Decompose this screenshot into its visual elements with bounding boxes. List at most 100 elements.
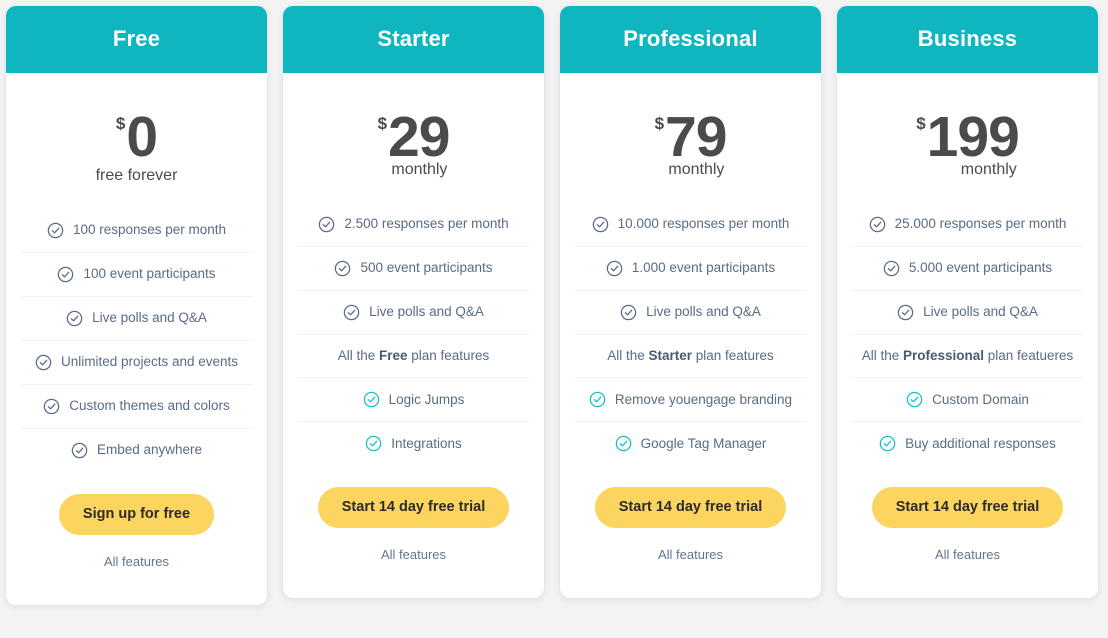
feature-label: 1.000 event participants [631, 260, 776, 276]
feature-label: 25.000 responses per month [894, 216, 1067, 232]
cta-container: Start 14 day free trial [560, 465, 821, 528]
feature-list: 10.000 responses per month 1.000 event pa… [560, 187, 821, 465]
cta-button[interactable]: Sign up for free [58, 494, 215, 535]
feature-label: 500 event participants [360, 260, 493, 276]
price-block: $0 free forever [6, 73, 267, 193]
billing-period: free forever [95, 167, 178, 184]
plan-title: Starter [283, 6, 544, 73]
feature-row: Remove youengage branding [574, 378, 807, 423]
feature-row: Unlimited projects and events [20, 341, 253, 385]
feature-label: Live polls and Q&A [369, 304, 484, 320]
check-circle-icon [47, 222, 64, 239]
plan-reference-row: All the Professional plan featueres [851, 335, 1084, 379]
feature-row: 5.000 event participants [851, 247, 1084, 291]
feature-label: Unlimited projects and events [60, 354, 239, 370]
cta-container: Start 14 day free trial [283, 465, 544, 528]
feature-label: 5.000 event participants [908, 260, 1053, 276]
check-circle-icon [589, 391, 606, 408]
price-block: $29 monthly [283, 73, 544, 187]
check-circle-icon [318, 216, 335, 233]
plan-title: Free [6, 6, 267, 73]
cta-button[interactable]: Start 14 day free trial [594, 487, 787, 528]
cta-button[interactable]: Start 14 day free trial [871, 487, 1064, 528]
feature-row: Logic Jumps [297, 378, 530, 423]
check-circle-icon [615, 435, 632, 452]
feature-label: 2.500 responses per month [344, 216, 509, 232]
feature-label: All the Professional plan featueres [861, 348, 1074, 363]
plan-card-starter: Starter $29 monthly 2.500 responses per mon… [283, 6, 544, 598]
price-amount: 199 [926, 105, 1020, 169]
feature-label: Google Tag Manager [640, 435, 767, 451]
check-circle-icon [906, 391, 923, 408]
feature-row: 100 responses per month [20, 209, 253, 253]
price-line: $29 monthly [377, 109, 451, 178]
feature-row: Buy additional responses [851, 422, 1084, 465]
check-circle-icon [592, 216, 609, 233]
feature-label: Live polls and Q&A [92, 310, 207, 326]
feature-row: 500 event participants [297, 247, 530, 291]
feature-label: Custom Domain [932, 391, 1029, 407]
feature-label: Buy additional responses [905, 435, 1056, 451]
check-circle-icon [57, 266, 74, 283]
plan-reference-row: All the Starter plan features [574, 335, 807, 379]
all-features-link[interactable]: All features [104, 554, 169, 569]
price-line: $0 free forever [96, 109, 178, 184]
feature-row: Google Tag Manager [574, 422, 807, 465]
feature-row: Live polls and Q&A [20, 297, 253, 341]
check-circle-icon [869, 216, 886, 233]
feature-label: 100 responses per month [72, 222, 227, 238]
price-amount: 79 [665, 105, 727, 169]
currency-symbol: $ [115, 114, 126, 133]
price-line: $199 monthly [916, 109, 1020, 178]
cta-container: Start 14 day free trial [837, 465, 1098, 528]
feature-row: Custom Domain [851, 378, 1084, 423]
feature-row: 1.000 event participants [574, 247, 807, 291]
feature-row: 2.500 responses per month [297, 203, 530, 247]
check-circle-icon [363, 391, 380, 408]
feature-label: Logic Jumps [388, 391, 465, 407]
plan-title: Business [837, 6, 1098, 73]
all-features-link[interactable]: All features [381, 547, 446, 562]
feature-row: Embed anywhere [20, 429, 253, 472]
feature-label: Remove youengage branding [614, 391, 793, 407]
currency-symbol: $ [654, 114, 665, 133]
currency-symbol: $ [916, 114, 926, 133]
feature-list: 100 responses per month 100 event partici… [6, 193, 267, 472]
check-circle-icon [606, 260, 623, 277]
currency-symbol: $ [377, 114, 388, 133]
feature-label: All the Free plan features [337, 348, 490, 363]
check-circle-icon [879, 435, 896, 452]
all-features-container: All features [837, 528, 1098, 564]
pricing-plans-grid: Free $0 free forever 100 responses per mont… [0, 0, 1108, 605]
plan-title: Professional [560, 6, 821, 73]
price-amount: 0 [126, 105, 158, 169]
check-circle-icon [897, 304, 914, 321]
plan-card-professional: Professional $79 monthly 10.000 responses p… [560, 6, 821, 598]
feature-label: Live polls and Q&A [646, 304, 761, 320]
plan-card-business: Business $199 monthly 25.000 responses per … [837, 6, 1098, 598]
feature-row: Custom themes and colors [20, 385, 253, 429]
price-line: $79 monthly [654, 109, 728, 178]
feature-row: Live polls and Q&A [851, 291, 1084, 335]
cta-container: Sign up for free [6, 472, 267, 535]
feature-list: 25.000 responses per month 5.000 event pa… [837, 187, 1098, 465]
price-block: $79 monthly [560, 73, 821, 187]
all-features-link[interactable]: All features [935, 547, 1000, 562]
feature-label: Integrations [391, 435, 462, 451]
feature-row: Live polls and Q&A [297, 291, 530, 335]
feature-label: 100 event participants [83, 266, 216, 282]
check-circle-icon [620, 304, 637, 321]
feature-row: Integrations [297, 422, 530, 465]
cta-button[interactable]: Start 14 day free trial [317, 487, 510, 528]
price-amount: 29 [388, 105, 450, 169]
feature-row: 10.000 responses per month [574, 203, 807, 247]
check-circle-icon [883, 260, 900, 277]
feature-row: Live polls and Q&A [574, 291, 807, 335]
all-features-link[interactable]: All features [658, 547, 723, 562]
price-block: $199 monthly [837, 73, 1098, 187]
check-circle-icon [334, 260, 351, 277]
feature-row: 25.000 responses per month [851, 203, 1084, 247]
plan-card-free: Free $0 free forever 100 responses per mont… [6, 6, 267, 605]
feature-list: 2.500 responses per month 500 event parti… [283, 187, 544, 465]
all-features-container: All features [6, 535, 267, 571]
